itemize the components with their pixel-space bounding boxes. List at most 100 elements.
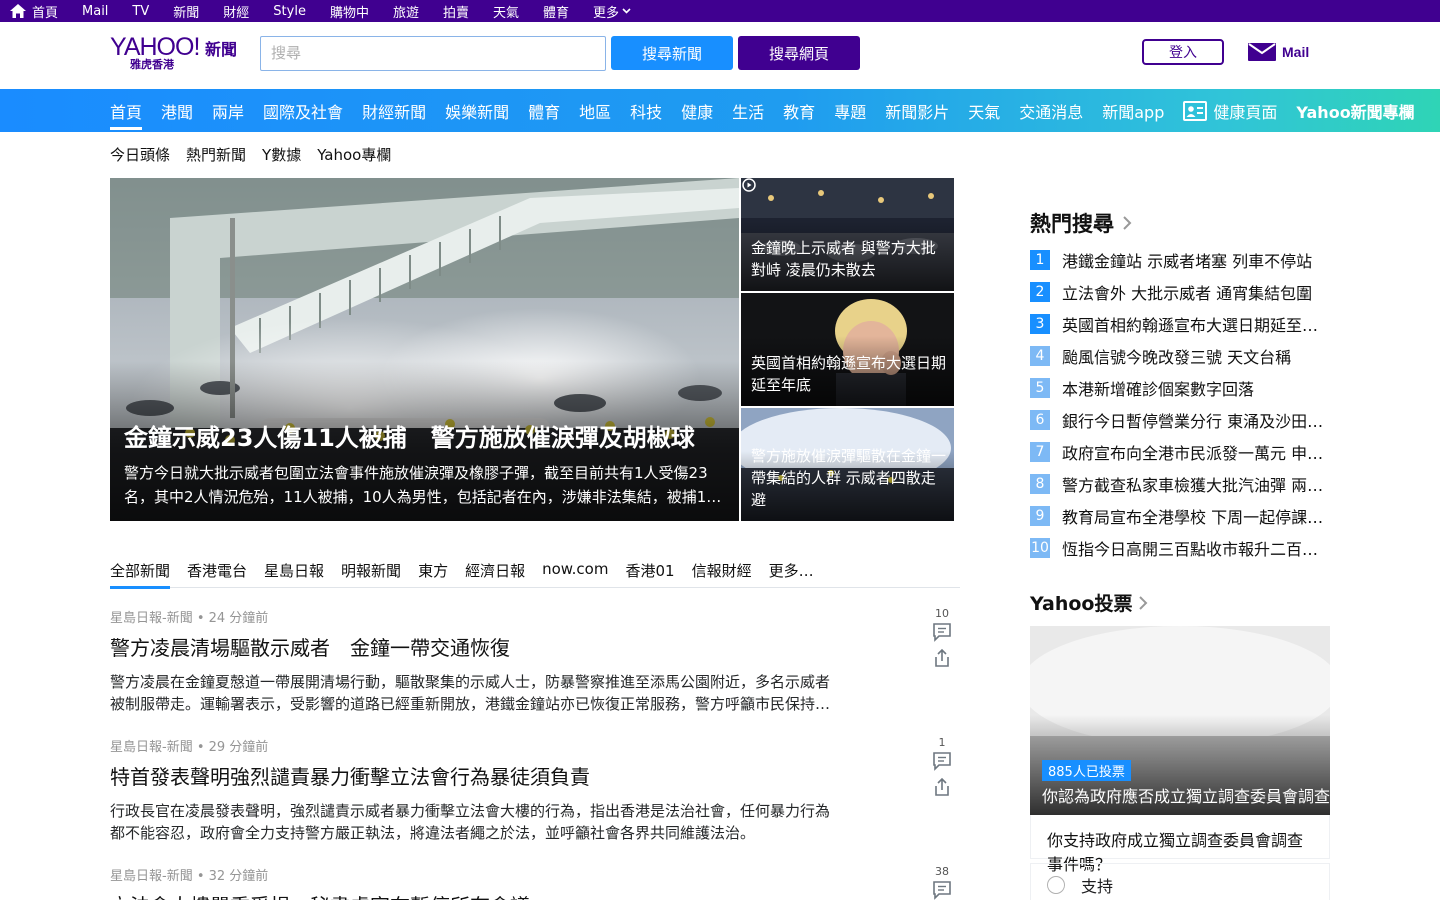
nav-item-world[interactable]: 國際及社會 [263,89,343,132]
tab-mingpao[interactable]: 明報新聞 [341,560,401,588]
subnav-item-columns[interactable]: Yahoo專欄 [317,144,391,165]
nav-item-features[interactable]: 專題 [834,89,866,132]
subnav-item-data[interactable]: Y數據 [262,144,301,165]
hero-story[interactable]: 金鐘示威23人傷11人被捕 警方施放催淚彈及胡椒球 警方今日就大批示威者包圍立法… [110,178,739,521]
home-icon [10,4,26,18]
logo-sub-label: 雅虎香港 [130,58,174,71]
comment-icon[interactable] [932,751,952,771]
trending-rank: 4 [1030,346,1050,366]
trending-text: 教育局宣布全港學校 下周一起停課一天 [1062,508,1330,527]
trending-item[interactable]: 9 教育局宣布全港學校 下周一起停課一天 [1030,500,1330,532]
nav-item-video[interactable]: 新聞影片 [885,89,949,132]
article-title[interactable]: 立法會大樓嚴重受損 秘書處宣布暫停所有會議 [110,890,960,900]
trending-text: 銀行今日暫停營業分行 東涌及沙田分行關閉 [1062,412,1330,431]
nav-item-health-page[interactable]: 健康頁面 [1183,89,1277,132]
yahoo-news-logo[interactable]: YAHOO! 新聞 雅虎香港 [110,34,242,74]
trending-text: 恆指今日高開三百點收市報升二百點 成交額逾千億元 [1062,540,1330,559]
poll-card[interactable]: 885人已投票 你認為政府應否成立獨立調查委員會調查事件？ [1030,626,1330,815]
trending-item[interactable]: 3 英國首相約翰遜宣布大選日期延至年底 國會解散投票 [1030,308,1330,340]
topbar-item-sports[interactable]: 體育 [531,0,581,22]
nav-item-weather[interactable]: 天氣 [968,89,1000,132]
share-icon[interactable] [933,648,951,668]
article-meta: 星島日報-新聞 • 24 分鐘前 [110,611,269,626]
nav-item-home[interactable]: 首頁 [110,89,143,132]
trending-text: 港鐵金鐘站 示威者堵塞 列車不停站 [1062,252,1313,271]
tab-oriental[interactable]: 東方 [418,560,448,588]
poll-title-label: Yahoo投票 [1030,593,1133,615]
tab-singtao[interactable]: 星島日報 [264,560,324,588]
tab-more[interactable]: 更多… [769,560,814,588]
side-story[interactable]: 警方施放催淚彈驅散在金鐘一帶集結的人群 示威者四散走避 [741,408,954,521]
article-title[interactable]: 特首發表聲明強烈譴責暴力衝擊立法會行為暴徒須負責 [110,761,960,790]
topbar-item-home[interactable]: 首頁 [0,0,70,22]
trending-item[interactable]: 5 本港新增確診個案數字回落 [1030,372,1330,404]
topbar-item-mail[interactable]: Mail [70,0,120,22]
nav-item-entertainment[interactable]: 娛樂新聞 [445,89,509,132]
nav-item-app[interactable]: 新聞app [1102,89,1164,132]
trending-item[interactable]: 7 政府宣布向全港市民派發一萬元 申請方法明日公布 [1030,436,1330,468]
topbar-item-travel[interactable]: 旅遊 [381,0,431,22]
topbar-more-label: 更多 [593,5,620,21]
trending-item[interactable]: 1 港鐵金鐘站 示威者堵塞 列車不停站 [1030,244,1330,276]
topbar-item-weather[interactable]: 天氣 [481,0,531,22]
search-input[interactable] [260,36,606,71]
nav-item-education[interactable]: 教育 [783,89,815,132]
tab-hk01[interactable]: 香港01 [625,560,674,588]
nav-item-health[interactable]: 健康 [681,89,713,132]
poll-title[interactable]: Yahoo投票 [1030,589,1148,616]
subnav-item-popular[interactable]: 熱門新聞 [186,144,246,165]
trending-rank: 9 [1030,506,1050,526]
nav-item-columns[interactable]: Yahoo新聞專欄 [1296,89,1414,132]
nav-item-traffic[interactable]: 交通消息 [1019,89,1083,132]
trending-text: 警方截查私家車檢獲大批汽油彈 兩名男子 涉嫌被捕 [1062,476,1330,495]
topbar-item-more[interactable]: 更多 [581,0,643,22]
trending-text: 英國首相約翰遜宣布大選日期延至年底 國會解散投票 [1062,316,1330,335]
tab-all-news[interactable]: 全部新聞 [110,560,171,589]
nav-item-china[interactable]: 兩岸 [212,89,244,132]
trending-title[interactable]: 熱門搜尋 [1030,208,1132,238]
mail-label: Mail [1282,44,1310,60]
topbar-item-style[interactable]: Style [261,0,318,22]
article-item: 星島日報-新聞 • 29 分鐘前 特首發表聲明強烈譴責暴力衝擊立法會行為暴徒須負… [110,736,960,844]
side-story[interactable]: 金鐘晚上示威者 與警方大批對峙 凌晨仍未散去 [741,178,954,291]
comment-icon[interactable] [932,622,952,642]
nav-item-lifestyle[interactable]: 生活 [732,89,764,132]
article-meta: 星島日報-新聞 • 32 分鐘前 [110,869,269,884]
tab-hkej[interactable]: 信報財經 [692,560,752,588]
trending-text: 本港新增確診個案數字回落 [1062,380,1255,399]
share-icon[interactable] [933,777,951,797]
tab-now[interactable]: now.com [542,560,608,588]
search-web-button[interactable]: 搜尋網頁 [738,36,860,70]
article-title[interactable]: 警方凌晨清場驅散示威者 金鐘一帶交通恢復 [110,632,960,661]
trending-rank: 8 [1030,474,1050,494]
radio-button[interactable] [1047,876,1065,894]
nav-item-tech[interactable]: 科技 [630,89,662,132]
tab-rthk[interactable]: 香港電台 [187,560,247,588]
topbar-item-tv[interactable]: TV [120,0,161,22]
topbar-item-shopping[interactable]: 購物中 [318,0,381,22]
tab-hket[interactable]: 經濟日報 [465,560,525,588]
nav-item-hk[interactable]: 港聞 [161,89,193,132]
poll-option[interactable]: 支持 [1030,863,1330,900]
trending-item[interactable]: 2 立法會外 大批示威者 通宵集結包圍 [1030,276,1330,308]
search-news-button[interactable]: 搜尋新聞 [611,36,733,70]
nav-item-finance[interactable]: 財經新聞 [362,89,426,132]
trending-item[interactable]: 10 恆指今日高開三百點收市報升二百點 成交額逾千億元 [1030,532,1330,564]
category-nav: 首頁 港聞 兩岸 國際及社會 財經新聞 娛樂新聞 體育 地區 科技 健康 生活 … [0,89,1440,132]
nav-item-district[interactable]: 地區 [579,89,611,132]
trending-item[interactable]: 4 颱風信號今晚改發三號 天文台稱 [1030,340,1330,372]
side-story[interactable]: 英國首相約翰遜宣布大選日期延至年底 [741,293,954,406]
mail-link[interactable]: Mail [1248,42,1309,62]
topbar-item-news[interactable]: 新聞 [161,0,211,22]
topbar-item-finance[interactable]: 財經 [211,0,261,22]
nav-item-sports[interactable]: 體育 [528,89,560,132]
trending-text: 立法會外 大批示威者 通宵集結包圍 [1062,284,1313,303]
trending-item[interactable]: 8 警方截查私家車檢獲大批汽油彈 兩名男子 涉嫌被捕 [1030,468,1330,500]
chevron-right-icon [1123,216,1132,230]
subnav-item-headlines[interactable]: 今日頭條 [110,144,170,165]
comment-icon[interactable] [932,880,952,900]
nav-item-label: 健康頁面 [1213,102,1278,122]
topbar-item-auction[interactable]: 拍賣 [431,0,481,22]
trending-item[interactable]: 6 銀行今日暫停營業分行 東涌及沙田分行關閉 [1030,404,1330,436]
signin-button[interactable]: 登入 [1142,39,1224,65]
